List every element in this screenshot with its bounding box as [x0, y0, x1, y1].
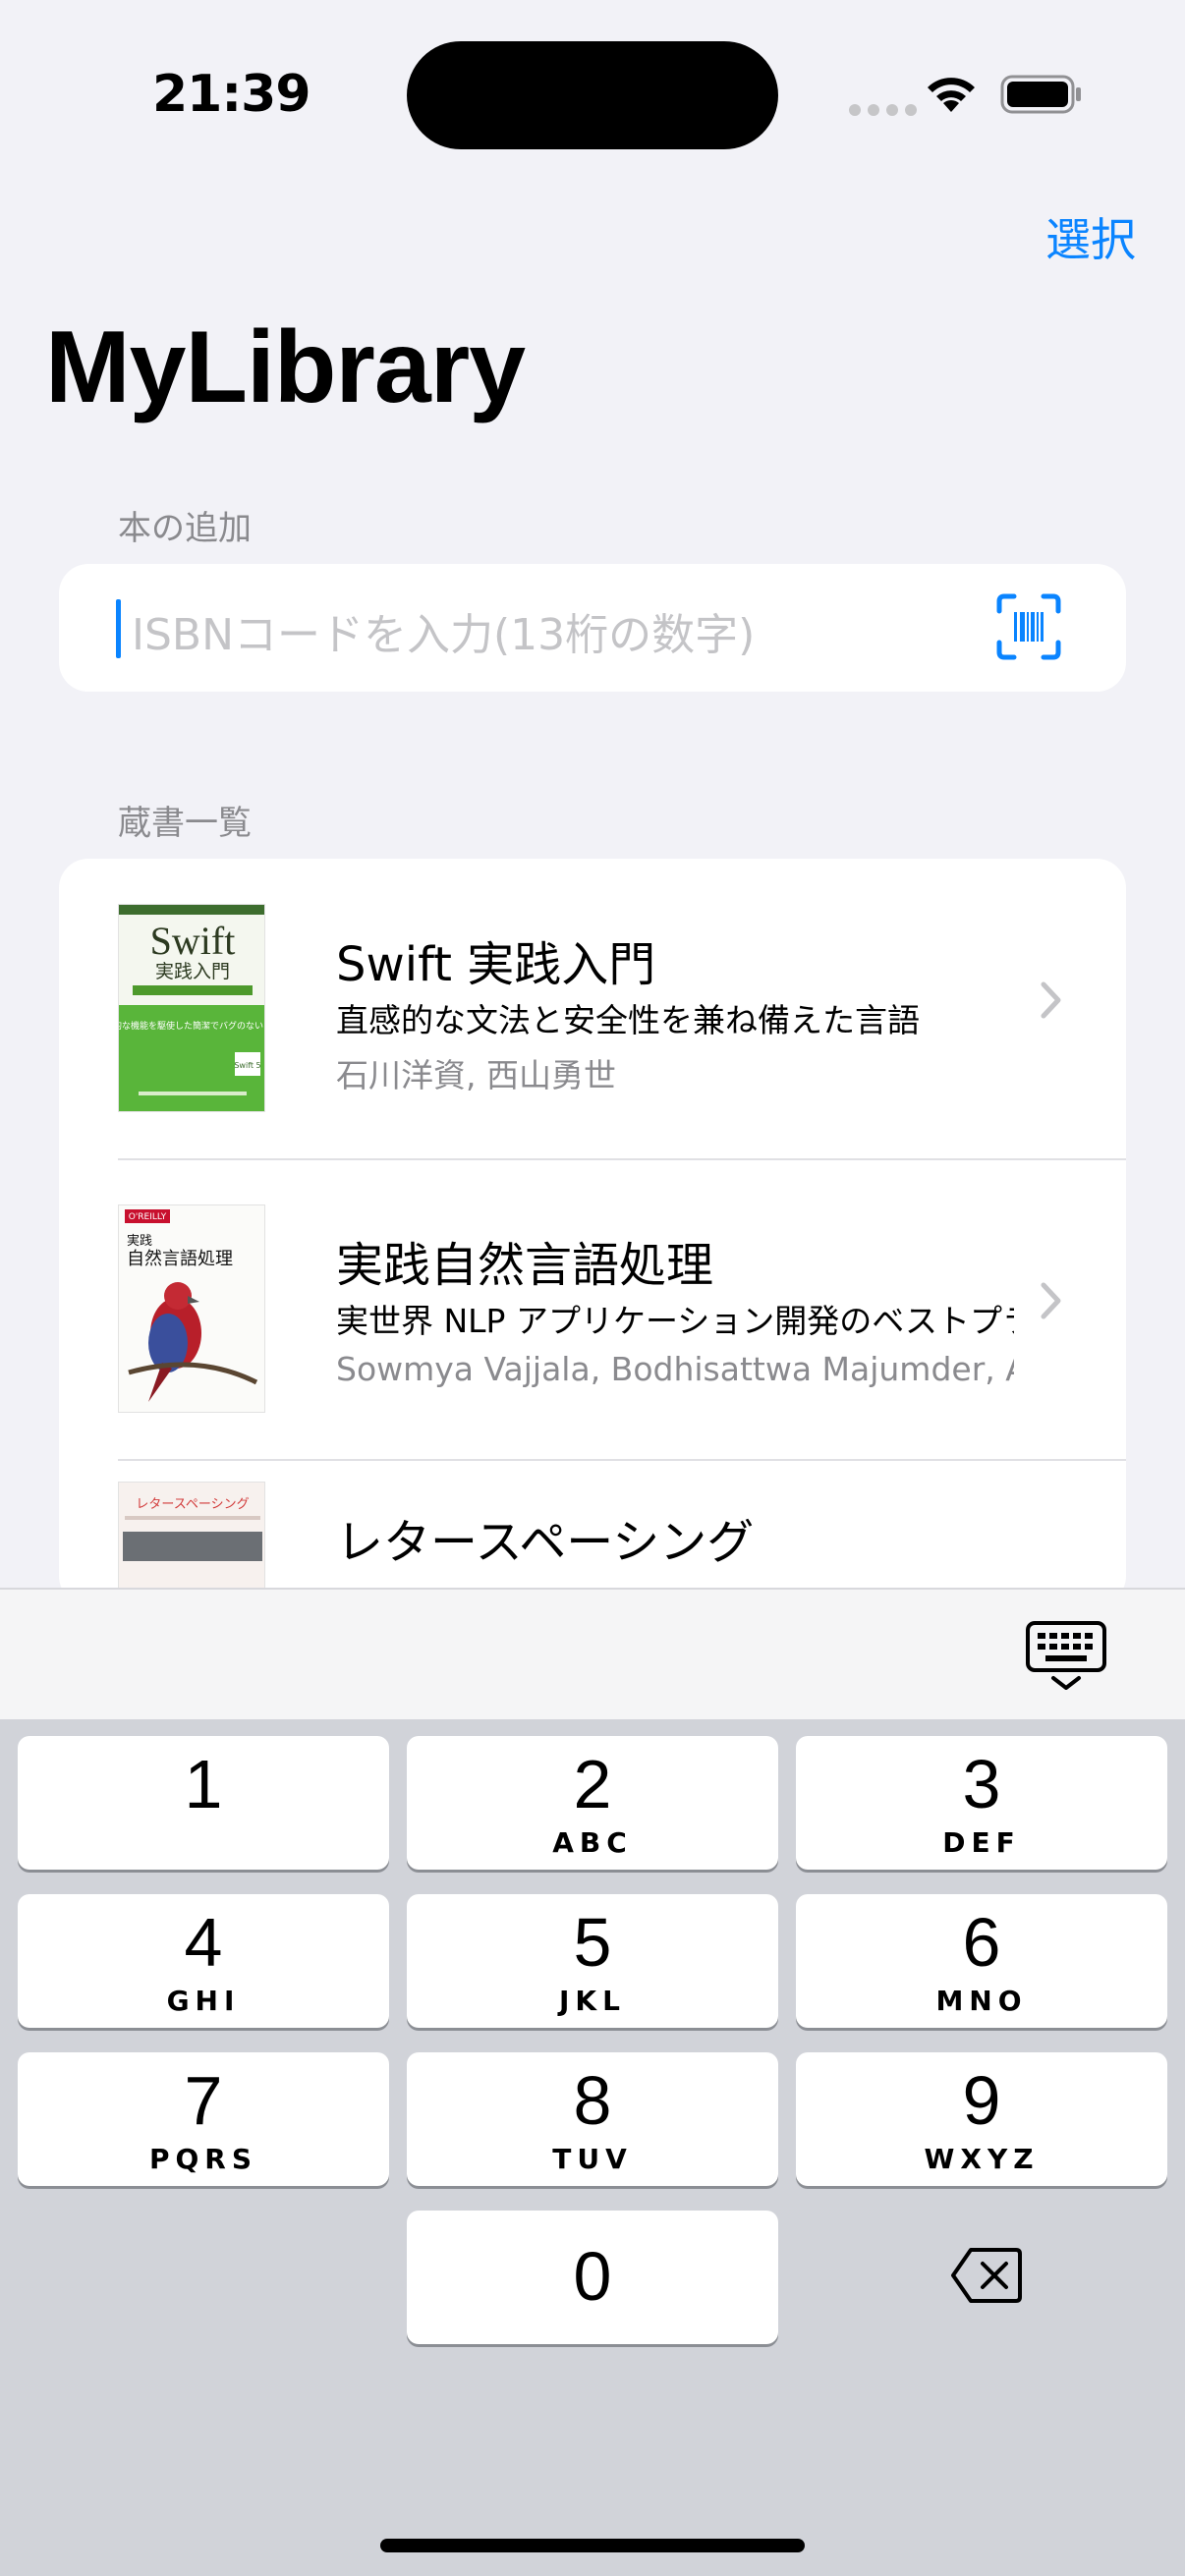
key-digit: 8: [573, 2062, 612, 2139]
wifi-icon: [928, 78, 975, 112]
keyboard-dismiss-icon[interactable]: [1024, 1619, 1108, 1694]
book-list: Swift 実践入門 実践的な機能を駆使した簡潔でバグのないコード Swift …: [59, 859, 1126, 1605]
key-digit: 2: [573, 1746, 612, 1822]
dynamic-island: [407, 41, 778, 149]
key-letters: MNO: [935, 1985, 1028, 2017]
add-section-header: 本の追加: [118, 509, 252, 548]
key-digit: 4: [184, 1904, 223, 1981]
key-letters: WXYZ: [924, 2143, 1040, 2175]
isbn-input-field[interactable]: ISBNコードを入力(13桁の数字): [59, 564, 1126, 692]
key-0[interactable]: 0: [407, 2211, 778, 2344]
status-time: 21:39: [152, 65, 311, 124]
book-row-letterspacing[interactable]: レタースペーシング レタースペーシング: [59, 1460, 1126, 1605]
keyboard-accessory-bar: [0, 1588, 1185, 1719]
key-letters: TUV: [552, 2143, 633, 2175]
key-7[interactable]: 7 PQRS: [18, 2052, 389, 2186]
cellular-signal-icon: [849, 104, 917, 116]
key-digit: 6: [962, 1904, 1001, 1981]
key-2[interactable]: 2 ABC: [407, 1736, 778, 1870]
book-author: 石川洋資, 西山勇世: [336, 1056, 616, 1094]
key-digit: 5: [573, 1904, 612, 1981]
library-section-header: 蔵書一覧: [118, 804, 252, 843]
book-author: Sowmya Vajjala, Bodhisattwa Majumder, An…: [336, 1350, 1014, 1388]
book-row-swift[interactable]: Swift 実践入門 実践的な機能を駆使した簡潔でバグのないコード Swift …: [59, 859, 1126, 1159]
key-letters: JKL: [559, 1985, 626, 2017]
battery-icon: [1000, 75, 1081, 114]
key-5[interactable]: 5 JKL: [407, 1894, 778, 2028]
text-caret: [116, 599, 121, 658]
book-subtitle: 直感的な文法と安全性を兼ね備えた言語: [336, 1001, 920, 1039]
key-9[interactable]: 9 WXYZ: [796, 2052, 1167, 2186]
book-cover-image: Swift 実践入門 実践的な機能を駆使した簡潔でバグのないコード Swift …: [118, 904, 265, 1112]
key-digit: 9: [962, 2062, 1001, 2139]
svg-text:自然言語処理: 自然言語処理: [127, 1249, 233, 1269]
svg-text:実践: 実践: [127, 1233, 152, 1249]
page-title: MyLibrary: [45, 310, 526, 424]
chevron-right-icon: [1041, 981, 1061, 1019]
svg-text:Swift: Swift: [150, 919, 236, 963]
key-4[interactable]: 4 GHI: [18, 1894, 389, 2028]
svg-text:Swift 5: Swift 5: [234, 1061, 260, 1070]
book-cover-image: O'REILLY 実践 自然言語処理: [118, 1204, 265, 1413]
key-6[interactable]: 6 MNO: [796, 1894, 1167, 2028]
key-letters: GHI: [166, 1985, 241, 2017]
svg-text:実践入門: 実践入門: [155, 961, 230, 982]
book-title: 実践自然言語処理: [336, 1238, 714, 1293]
delete-backspace-icon[interactable]: [949, 2246, 1024, 2305]
key-digit: 0: [573, 2238, 612, 2315]
key-1[interactable]: 1: [18, 1736, 389, 1870]
book-title: Swift 実践入門: [336, 937, 656, 992]
book-row-nlp[interactable]: O'REILLY 実践 自然言語処理 実践自然言語処理 実世界 NLP アプリケ…: [59, 1159, 1126, 1460]
svg-text:実践的な機能を駆使した簡潔でバグのないコード: 実践的な機能を駆使した簡潔でバグのないコード: [119, 1020, 265, 1032]
key-digit: 3: [962, 1746, 1001, 1822]
key-digit: 7: [184, 2062, 223, 2139]
chevron-right-icon: [1041, 1282, 1061, 1319]
book-subtitle: 実世界 NLP アプリケーション開発のベストプラクティス: [336, 1302, 1014, 1340]
barcode-scan-icon[interactable]: [996, 593, 1061, 660]
svg-text:O'REILLY: O'REILLY: [129, 1212, 167, 1222]
key-3[interactable]: 3 DEF: [796, 1736, 1167, 1870]
select-button[interactable]: 選択: [1045, 204, 1136, 269]
key-letters: ABC: [552, 1826, 633, 1859]
home-indicator: [380, 2539, 805, 2552]
key-letters: PQRS: [148, 2143, 258, 2175]
key-digit: 1: [184, 1746, 223, 1822]
key-8[interactable]: 8 TUV: [407, 2052, 778, 2186]
book-title: レタースペーシング: [336, 1515, 755, 1570]
svg-text:レタースペーシング: レタースペーシング: [136, 1497, 249, 1512]
key-letters: DEF: [942, 1826, 1021, 1859]
isbn-placeholder: ISBNコードを入力(13桁の数字): [132, 610, 756, 660]
